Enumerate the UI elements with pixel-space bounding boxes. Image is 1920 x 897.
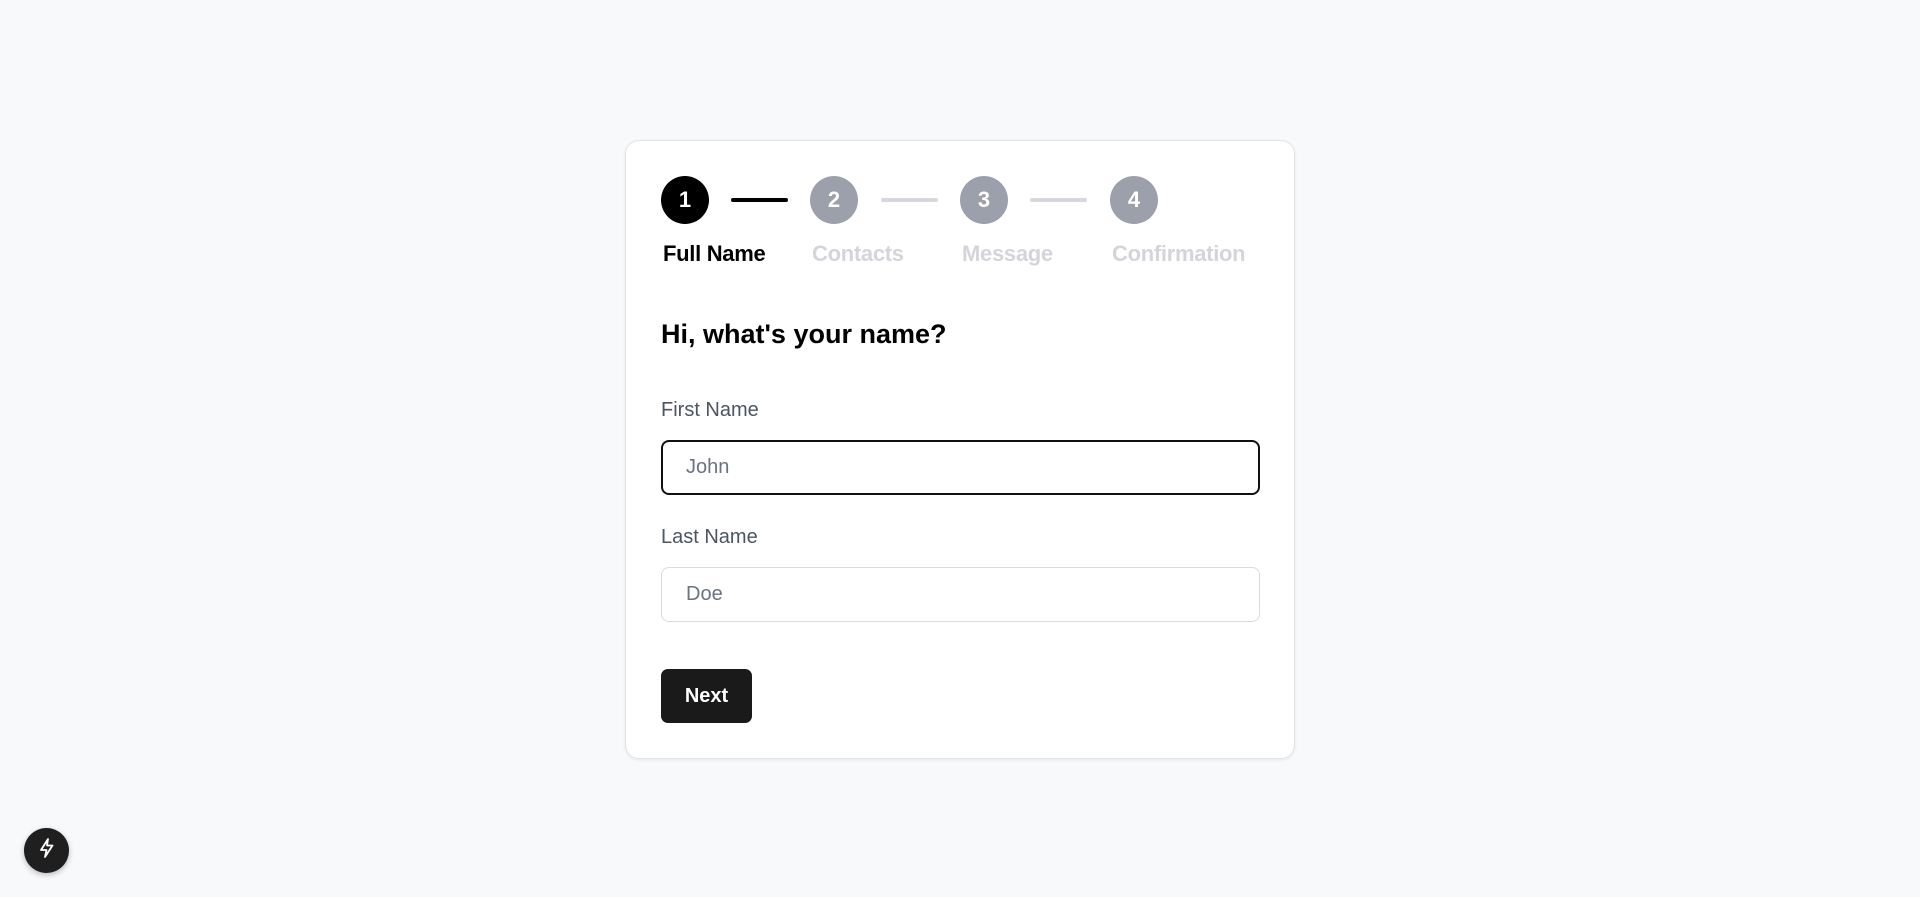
- next-button[interactable]: Next: [661, 669, 752, 723]
- step-connector-completed: [731, 198, 788, 202]
- step-label: Full Name: [663, 241, 766, 266]
- step-label: Confirmation: [1112, 241, 1246, 266]
- last-name-input[interactable]: [661, 567, 1260, 622]
- stepper: 1 Full Name 2 Contacts 3 Message 4 Confi…: [661, 176, 1261, 276]
- step-full-name: 1 Full Name: [661, 176, 766, 266]
- step-label: Contacts: [812, 241, 904, 266]
- lightning-bolt-icon: [35, 836, 59, 865]
- first-name-input[interactable]: [661, 440, 1260, 495]
- step-number-circle: 2: [810, 176, 858, 224]
- last-name-label: Last Name: [661, 526, 758, 548]
- step-connector: [881, 198, 938, 202]
- first-name-label: First Name: [661, 399, 759, 421]
- step-contacts: 2 Contacts: [810, 176, 904, 266]
- form-card: 1 Full Name 2 Contacts 3 Message 4 Confi…: [625, 140, 1295, 759]
- step-number-circle: 3: [960, 176, 1008, 224]
- step-connector: [1030, 198, 1087, 202]
- step-message: 3 Message: [960, 176, 1053, 266]
- step-number-circle: 4: [1110, 176, 1158, 224]
- step-label: Message: [962, 241, 1053, 266]
- step-number-circle: 1: [661, 176, 709, 224]
- form-heading: Hi, what's your name?: [661, 319, 947, 349]
- lightning-bolt-button[interactable]: [24, 828, 69, 873]
- step-confirmation: 4 Confirmation: [1110, 176, 1246, 266]
